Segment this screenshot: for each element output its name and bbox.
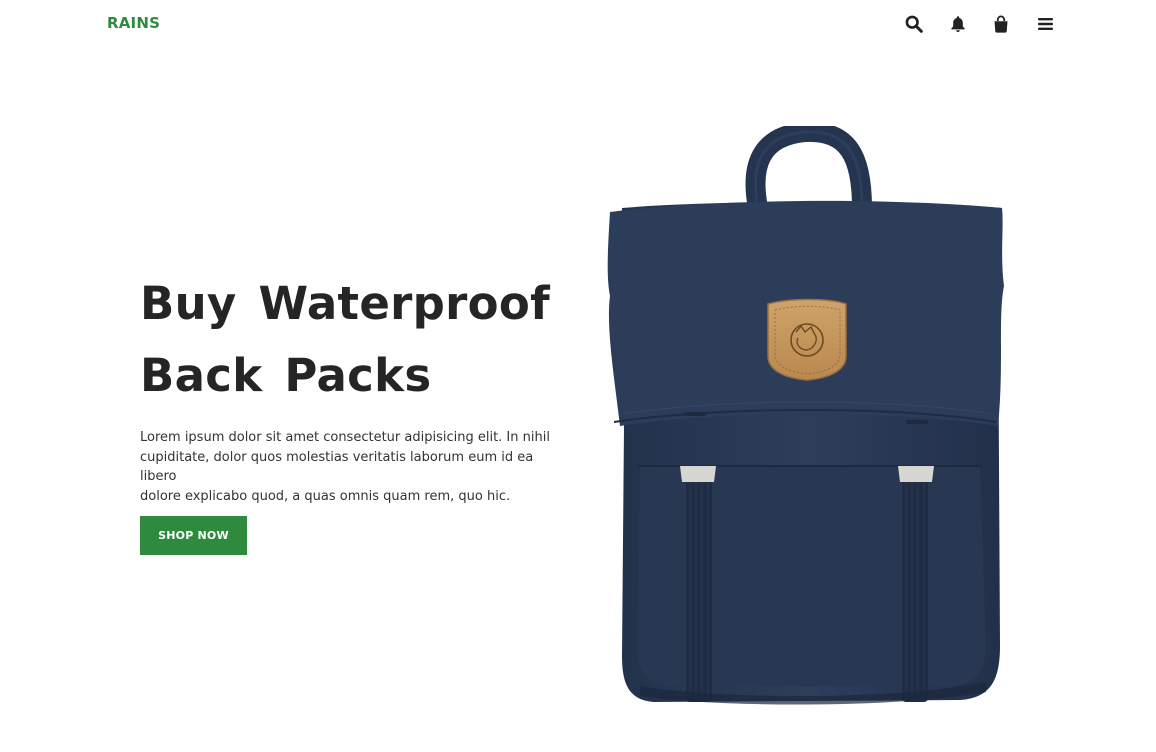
hero-title-line-1: Buy Waterproof <box>140 277 550 330</box>
backpack-product-image <box>600 121 1010 708</box>
hero-title-line-2: Back Packs <box>140 349 432 402</box>
hero-description: Lorem ipsum dolor sit amet consectetur a… <box>140 428 560 506</box>
bell-icon[interactable] <box>946 12 970 36</box>
brand-logo[interactable]: RAINS <box>107 14 160 32</box>
shop-now-button[interactable]: SHOP NOW <box>140 516 247 555</box>
nav-icons <box>900 12 1060 36</box>
navbar: RAINS <box>0 0 1156 48</box>
hero-description-line-2: cupiditate, dolor quos molestias veritat… <box>140 449 534 485</box>
hero-title: Buy Waterproof Back Packs <box>140 268 560 412</box>
hero-description-line-1: Lorem ipsum dolor sit amet consectetur a… <box>140 430 550 445</box>
shopping-bag-icon[interactable] <box>989 12 1013 36</box>
hero-description-line-3: dolore explicabo quod, a quas omnis quam… <box>140 488 511 504</box>
menu-icon[interactable] <box>1033 12 1057 36</box>
search-icon[interactable] <box>902 12 926 36</box>
